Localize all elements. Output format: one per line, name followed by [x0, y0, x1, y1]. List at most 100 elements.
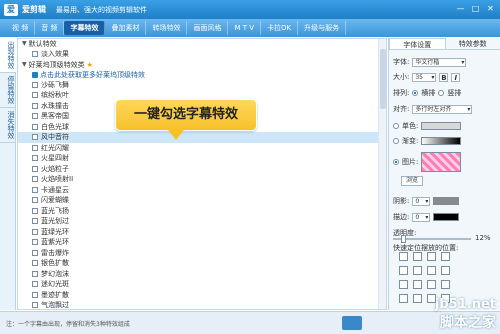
tab-effect-params[interactable]: 特效参数 — [446, 38, 500, 49]
stroke-select[interactable]: 0 — [412, 212, 431, 222]
checkbox[interactable] — [32, 302, 38, 309]
checkbox[interactable] — [32, 218, 38, 225]
stroke-color-swatch[interactable] — [433, 213, 460, 221]
solid-color-radio[interactable] — [393, 123, 399, 129]
close-icon[interactable]: ✕ — [485, 3, 496, 14]
browse-button[interactable]: 浏览 — [401, 176, 424, 186]
list-item[interactable]: 淡入效果 — [18, 49, 386, 60]
vertical-radio[interactable] — [438, 90, 445, 96]
position-cell[interactable] — [427, 266, 436, 275]
position-cell[interactable] — [441, 252, 450, 261]
tab-font-settings[interactable]: 字体设置 — [389, 38, 446, 49]
tab-picture-style[interactable]: 画面风格 — [187, 21, 229, 35]
position-cell[interactable] — [399, 294, 408, 303]
list-item[interactable]: 梦幻泡沫 — [18, 269, 386, 280]
list-item[interactable]: 迷幻光斑 — [18, 279, 386, 290]
position-cell[interactable] — [399, 252, 408, 261]
checkbox[interactable] — [32, 165, 38, 172]
promo-link[interactable]: 点击此处获取更多好莱坞顶级特效 — [18, 70, 386, 80]
image-radio[interactable] — [393, 159, 399, 165]
list-item[interactable]: 银色扩散 — [18, 258, 386, 269]
font-select[interactable]: 华文行楷 — [412, 57, 467, 67]
italic-button[interactable]: I — [451, 72, 461, 82]
tab-mtv[interactable]: M T V — [228, 21, 262, 35]
size-select[interactable]: 35 — [412, 72, 437, 82]
side-tab-disappear[interactable]: 消失特效 — [0, 108, 16, 143]
checkbox[interactable] — [32, 249, 38, 256]
checkbox[interactable] — [32, 176, 38, 183]
list-item[interactable]: 闪爱蝴蝶 — [18, 195, 386, 206]
image-preview[interactable] — [421, 152, 462, 172]
list-item[interactable]: 蓝绿光环 — [18, 227, 386, 238]
align-select[interactable]: 多行时左对齐 — [412, 104, 473, 114]
solid-color-swatch[interactable] — [421, 122, 462, 130]
tab-audio[interactable]: 音 频 — [35, 21, 65, 35]
tab-upgrade[interactable]: 升级与服务 — [298, 21, 347, 35]
checkbox[interactable] — [32, 270, 38, 277]
checkbox[interactable] — [32, 197, 38, 204]
checkbox[interactable] — [32, 281, 38, 288]
group-default[interactable]: ▼ 默认特效 — [18, 39, 386, 49]
list-item[interactable]: 气泡飘过 — [18, 300, 386, 309]
checkbox[interactable] — [32, 92, 38, 99]
horizontal-radio[interactable] — [412, 90, 419, 96]
position-cell[interactable] — [413, 294, 422, 303]
list-item[interactable]: 沙砾飞舞 — [18, 80, 386, 91]
shadow-color-swatch[interactable] — [433, 197, 460, 205]
tab-transitions[interactable]: 转场特效 — [146, 21, 188, 35]
checkbox[interactable] — [32, 291, 38, 298]
list-item[interactable]: 火星四射 — [18, 153, 386, 164]
position-cell[interactable] — [441, 266, 450, 275]
list-item[interactable]: 卡通星云 — [18, 185, 386, 196]
checkbox[interactable] — [32, 134, 38, 141]
position-cell[interactable] — [399, 266, 408, 275]
slider-knob[interactable] — [401, 235, 406, 243]
list-item[interactable]: 火焰喷射II — [18, 174, 386, 185]
position-cell[interactable] — [413, 266, 422, 275]
list-item[interactable]: 墨迹扩散 — [18, 290, 386, 301]
checkbox[interactable] — [32, 207, 38, 214]
position-cell[interactable] — [413, 252, 422, 261]
list-item[interactable]: 蓝光飞扬 — [18, 206, 386, 217]
checkbox[interactable] — [32, 186, 38, 193]
preview-button[interactable] — [342, 316, 362, 330]
tab-overlay[interactable]: 叠加素材 — [105, 21, 147, 35]
opacity-slider[interactable] — [393, 235, 471, 243]
checkbox[interactable] — [32, 123, 38, 130]
shadow-select[interactable]: 0 — [412, 196, 431, 206]
checkbox[interactable] — [32, 51, 38, 58]
checkbox[interactable] — [32, 144, 38, 151]
list-item[interactable]: 雷击爆炸 — [18, 248, 386, 259]
checkbox[interactable] — [32, 239, 38, 246]
gradient-radio[interactable] — [393, 138, 399, 144]
list-item[interactable]: 红光闪耀 — [18, 143, 386, 154]
checkbox[interactable] — [32, 102, 38, 109]
position-cell[interactable] — [427, 280, 436, 289]
tab-video[interactable]: 视 频 — [6, 21, 36, 35]
position-cell[interactable] — [441, 280, 450, 289]
group-hollywood[interactable]: ▼ 好莱坞顶级特效类 ★ — [18, 60, 386, 70]
gradient-swatch[interactable] — [421, 137, 462, 145]
list-item[interactable]: 火焰粒子 — [18, 164, 386, 175]
checkbox[interactable] — [32, 81, 38, 88]
checkbox[interactable] — [32, 260, 38, 267]
checkbox[interactable] — [32, 228, 38, 235]
side-tab-stay[interactable]: 停留特效 — [0, 73, 16, 108]
list-item[interactable]: 蓝紫光环 — [18, 237, 386, 248]
list-item[interactable]: 蓝光划过 — [18, 216, 386, 227]
tab-subtitle-effects[interactable]: 字幕特效 — [64, 21, 106, 35]
position-cell[interactable] — [399, 280, 408, 289]
side-tab-appear[interactable]: 出现特效 — [0, 38, 16, 73]
list-item[interactable]: 风中音符 — [18, 132, 386, 143]
minimize-icon[interactable]: — — [455, 3, 466, 14]
tab-karaoke[interactable]: 卡拉OK — [261, 21, 299, 35]
tutorial-callout: 一键勾选字幕特效 — [115, 99, 257, 140]
checkbox[interactable] — [32, 155, 38, 162]
position-cell[interactable] — [427, 252, 436, 261]
list-scrollbar[interactable] — [378, 39, 386, 309]
maximize-icon[interactable]: □ — [470, 3, 481, 14]
position-cell[interactable] — [413, 280, 422, 289]
checkbox[interactable] — [32, 113, 38, 120]
bold-button[interactable]: B — [439, 72, 449, 82]
scroll-thumb[interactable] — [380, 49, 386, 109]
